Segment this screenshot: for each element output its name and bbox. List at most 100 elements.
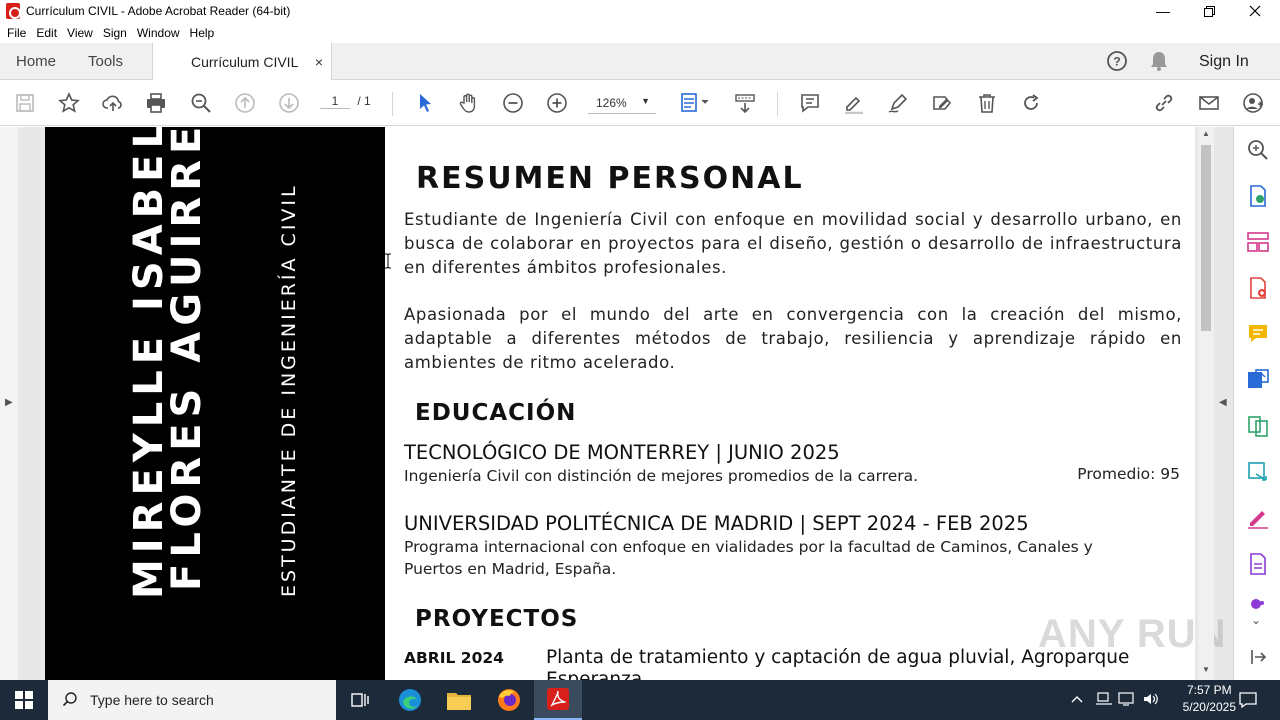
menu-window[interactable]: Window	[137, 26, 180, 40]
close-tab-icon[interactable]: ×	[315, 54, 323, 70]
network-status-icon[interactable]	[1095, 691, 1113, 712]
zoom-value: 126%	[596, 95, 627, 110]
fill-sign-icon[interactable]	[930, 91, 954, 115]
rotate-icon[interactable]	[1019, 91, 1043, 115]
highlight-pen-icon[interactable]	[842, 91, 866, 115]
taskbar-search-placeholder: Type here to search	[90, 692, 214, 708]
zoom-search-icon[interactable]	[189, 91, 213, 115]
combine-files-icon[interactable]	[1246, 414, 1270, 438]
main-toolbar: 1 / 1 126% ▼	[0, 80, 1280, 126]
show-hidden-icons[interactable]	[1070, 692, 1084, 711]
resume-sidebar: MIREYLLE ISABEL FLORES AGUIRRE ESTUDIANT…	[45, 127, 385, 680]
next-page-icon[interactable]	[277, 91, 301, 115]
previous-page-icon[interactable]	[233, 91, 257, 115]
menu-help[interactable]: Help	[190, 26, 215, 40]
draw-pen-icon[interactable]	[886, 91, 910, 115]
help-icon[interactable]: ?	[1106, 50, 1128, 72]
notification-center-icon[interactable]	[1238, 690, 1258, 715]
export-pdf-icon[interactable]	[1246, 184, 1270, 208]
windows-taskbar: Type here to search 7:57 PM 5/20/2025	[0, 680, 1280, 720]
document-workspace[interactable]: ▶ MIREYLLE ISABEL FLORES AGUIRRE ESTUDIA…	[0, 127, 1233, 680]
firefox-icon[interactable]	[489, 684, 529, 716]
bookmark-star-icon[interactable]	[57, 91, 81, 115]
page-indicator: 1 / 1	[320, 94, 371, 109]
windows-start-icon[interactable]	[4, 684, 44, 716]
expand-left-panel-icon[interactable]: ▶	[5, 397, 13, 408]
page-fit-icon[interactable]	[678, 91, 714, 115]
clock-date: 5/20/2025	[1182, 700, 1236, 714]
search-zoom-icon[interactable]	[1246, 138, 1270, 162]
page-number-input[interactable]: 1	[320, 94, 350, 109]
left-panel-strip: ▶	[0, 127, 18, 680]
vertical-scrollbar[interactable]: ▲ ▼	[1198, 127, 1214, 680]
menu-sign[interactable]: Sign	[103, 26, 127, 40]
save-icon[interactable]	[13, 91, 37, 115]
project-1-date: ABRIL 2024	[404, 649, 504, 667]
comment-icon[interactable]	[798, 91, 822, 115]
collapse-right-panel-icon[interactable]: ◀	[1219, 397, 1227, 408]
scroll-down-icon[interactable]: ▼	[1202, 665, 1210, 674]
select-cursor-icon[interactable]	[413, 91, 437, 115]
tab-document[interactable]: Currículum CIVIL ×	[152, 43, 332, 81]
scroll-up-icon[interactable]: ▲	[1202, 129, 1210, 138]
pdf-page: MIREYLLE ISABEL FLORES AGUIRRE ESTUDIANT…	[45, 127, 1195, 680]
education-item-2-description: Programa internacional con enfoque en vi…	[404, 538, 1093, 578]
email-icon[interactable]	[1197, 91, 1221, 115]
tab-tools[interactable]: Tools	[88, 43, 123, 80]
fill-and-sign-icon[interactable]	[1246, 506, 1270, 530]
hand-pan-icon[interactable]	[457, 91, 481, 115]
edge-browser-icon[interactable]	[390, 684, 430, 716]
toolbar-divider	[777, 92, 778, 116]
add-user-icon[interactable]	[1241, 91, 1265, 115]
compress-pdf-icon[interactable]	[1246, 460, 1270, 484]
notifications-bell-icon[interactable]	[1149, 50, 1169, 72]
extra-tool-icon[interactable]	[1246, 595, 1270, 609]
display-icon[interactable]	[1118, 691, 1136, 712]
tab-document-label: Currículum CIVIL	[191, 54, 299, 70]
panel-scroll-down-icon[interactable]: ⌄	[1251, 613, 1261, 627]
collapse-panel-icon[interactable]	[1246, 645, 1270, 669]
resume-subtitle: ESTUDIANTE DE INGENIERÍA CIVIL	[278, 183, 300, 597]
minimize-button[interactable]: —	[1140, 0, 1186, 22]
more-tools-icon[interactable]	[1246, 552, 1270, 576]
upload-cloud-icon[interactable]	[101, 91, 125, 115]
tab-home[interactable]: Home	[16, 43, 56, 80]
taskbar-clock[interactable]: 7:57 PM 5/20/2025	[1183, 682, 1236, 716]
menu-bar: File Edit View Sign Window Help	[0, 22, 1280, 43]
acrobat-taskbar-button[interactable]	[534, 680, 582, 720]
zoom-in-icon[interactable]	[545, 91, 569, 115]
organize-pages-icon[interactable]	[1246, 230, 1270, 254]
scrollbar-thumb[interactable]	[1201, 145, 1211, 331]
education-item-2-title: UNIVERSIDAD POLITÉCNICA DE MADRID | SEPT…	[404, 512, 1029, 535]
window-title: Currículum CIVIL - Adobe Acrobat Reader …	[26, 4, 291, 18]
right-tools-panel: ⌄	[1233, 127, 1280, 680]
task-view-icon[interactable]	[340, 684, 380, 716]
delete-trash-icon[interactable]	[975, 91, 999, 115]
edit-pdf-icon[interactable]	[1246, 368, 1270, 392]
print-icon[interactable]	[144, 91, 168, 115]
maximize-button[interactable]	[1186, 0, 1232, 22]
share-link-icon[interactable]	[1152, 91, 1176, 115]
projects-heading: PROYECTOS	[415, 606, 579, 632]
chevron-down-icon: ▼	[641, 96, 650, 106]
file-explorer-icon[interactable]	[439, 684, 479, 716]
summary-heading: RESUMEN PERSONAL	[416, 161, 804, 196]
zoom-out-icon[interactable]	[501, 91, 525, 115]
menu-file[interactable]: File	[7, 26, 26, 40]
title-bar: Currículum CIVIL - Adobe Acrobat Reader …	[0, 0, 1280, 22]
zoom-level-dropdown[interactable]: 126% ▼	[588, 92, 656, 114]
menu-view[interactable]: View	[67, 26, 93, 40]
taskbar-search-box[interactable]: Type here to search	[48, 680, 336, 720]
education-item-1-description: Ingeniería Civil con distinción de mejor…	[404, 467, 919, 485]
text-cursor-icon	[384, 253, 392, 269]
sign-in-button[interactable]: Sign In	[1199, 43, 1249, 80]
comment-tool-icon[interactable]	[1246, 322, 1270, 346]
resume-name-line1: MIREYLLE ISABEL	[126, 127, 172, 599]
close-window-button[interactable]	[1232, 0, 1278, 22]
menu-edit[interactable]: Edit	[36, 26, 57, 40]
scroll-mode-icon[interactable]	[733, 91, 757, 115]
clock-time: 7:57 PM	[1186, 683, 1232, 697]
create-pdf-icon[interactable]	[1246, 276, 1270, 300]
summary-paragraph-2: Apasionada por el mundo del arte en conv…	[404, 305, 1182, 372]
volume-icon[interactable]	[1142, 691, 1160, 712]
